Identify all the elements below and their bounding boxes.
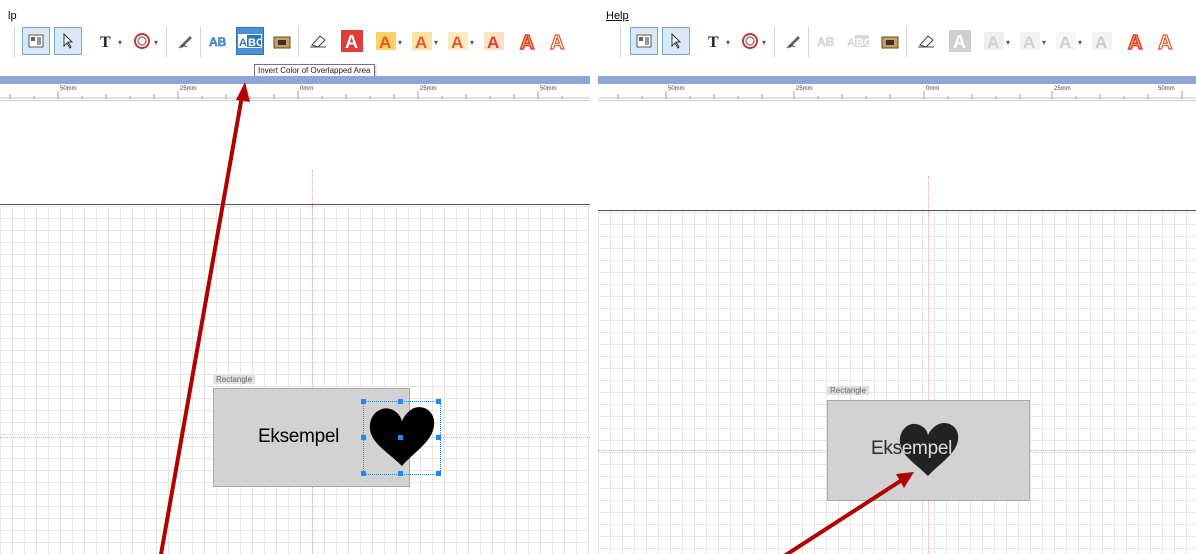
right-panel: Help T ▾ ▾ AB A BC A A ▾ A ▾ A ▾ A A A 5…	[598, 0, 1196, 554]
annotation-arrow	[159, 82, 250, 554]
left-panel: lp T ▾ ▾ AB A BC A A ▾ A ▾ A ▾ A A A Inv…	[0, 0, 590, 554]
annotation-arrow	[783, 472, 914, 554]
